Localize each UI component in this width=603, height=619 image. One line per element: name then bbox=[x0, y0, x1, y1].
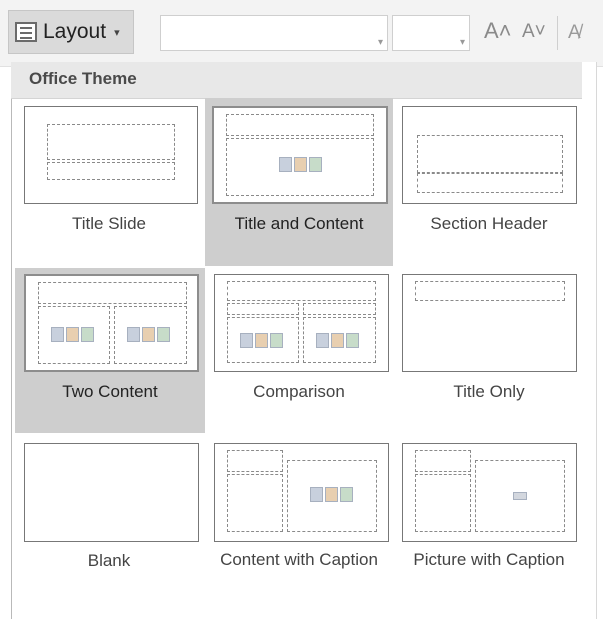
layout-tile-title-only[interactable]: Title Only bbox=[395, 268, 583, 433]
font-size-dropdown[interactable]: ▾ bbox=[392, 15, 470, 51]
layout-thumbnail bbox=[24, 274, 199, 372]
decrease-font-size-icon[interactable]: A˅ bbox=[522, 21, 546, 43]
layout-label: Title Slide bbox=[71, 214, 146, 233]
right-content-placeholder bbox=[114, 306, 187, 364]
layout-icon bbox=[15, 22, 37, 42]
layout-tile-content-with-caption[interactable]: Content with Caption bbox=[205, 436, 393, 606]
layout-tile-blank[interactable]: Blank bbox=[15, 436, 203, 606]
chevron-down-icon: ▾ bbox=[114, 26, 120, 39]
picture-icon bbox=[513, 492, 527, 500]
layout-label: Blank bbox=[87, 551, 131, 570]
layout-thumbnail bbox=[214, 274, 389, 372]
content-placeholder bbox=[287, 460, 377, 532]
content-icons bbox=[240, 333, 284, 348]
title-placeholder bbox=[38, 282, 187, 304]
clear-formatting-icon[interactable]: A̸ bbox=[568, 22, 581, 44]
layout-tile-title-slide[interactable]: Title Slide bbox=[15, 100, 203, 266]
layout-label: Title Only bbox=[453, 382, 525, 401]
layout-thumbnail bbox=[402, 106, 577, 204]
layout-label: Section Header bbox=[430, 214, 548, 233]
layout-label: Comparison bbox=[253, 382, 345, 401]
layout-thumbnail bbox=[402, 274, 577, 372]
layout-tile-section-header[interactable]: Section Header bbox=[395, 100, 583, 266]
content-icons bbox=[51, 327, 95, 342]
section-title: Office Theme bbox=[29, 69, 137, 88]
layout-tile-picture-with-caption[interactable]: Picture with Caption bbox=[395, 436, 583, 606]
layout-thumbnail bbox=[212, 106, 388, 204]
left-content-placeholder bbox=[227, 317, 299, 363]
caption-text-placeholder bbox=[415, 474, 471, 532]
picture-placeholder bbox=[475, 460, 565, 532]
left-heading-placeholder bbox=[227, 303, 299, 315]
layout-thumbnail bbox=[214, 443, 389, 542]
layout-thumbnail bbox=[402, 443, 577, 542]
layout-tile-two-content[interactable]: Two Content bbox=[15, 268, 205, 433]
text-placeholder bbox=[417, 173, 563, 193]
content-icons bbox=[310, 487, 354, 502]
layout-thumbnail bbox=[24, 443, 199, 542]
title-placeholder bbox=[226, 114, 374, 136]
title-placeholder bbox=[415, 281, 565, 301]
layout-thumbnail bbox=[24, 106, 198, 204]
content-icons bbox=[279, 157, 323, 172]
gallery-section-header: Office Theme bbox=[11, 62, 582, 99]
content-placeholder bbox=[226, 138, 374, 196]
layout-tile-comparison[interactable]: Comparison bbox=[205, 268, 393, 433]
layout-label: Title and Content bbox=[234, 214, 364, 233]
increase-font-size-icon[interactable]: A˄ bbox=[484, 18, 512, 44]
layout-label: Picture with Caption bbox=[413, 550, 565, 569]
right-content-placeholder bbox=[303, 317, 376, 363]
font-name-dropdown[interactable]: ▾ bbox=[160, 15, 388, 51]
toolbar-separator bbox=[557, 16, 558, 50]
title-placeholder bbox=[47, 124, 175, 160]
content-icons bbox=[127, 327, 171, 342]
title-placeholder bbox=[227, 281, 376, 301]
ribbon-toolbar: Layout ▾ ▾ ▾ A˄ A˅ A̸ bbox=[0, 0, 603, 67]
caption-title-placeholder bbox=[415, 450, 471, 472]
caption-title-placeholder bbox=[227, 450, 283, 472]
layout-label: Content with Caption bbox=[220, 550, 378, 569]
chevron-down-icon: ▾ bbox=[459, 37, 465, 48]
left-content-placeholder bbox=[38, 306, 110, 364]
caption-text-placeholder bbox=[227, 474, 283, 532]
layout-button[interactable]: Layout ▾ bbox=[8, 10, 134, 54]
layout-tile-title-and-content[interactable]: Title and Content bbox=[205, 98, 393, 266]
content-icons bbox=[316, 333, 360, 348]
title-placeholder bbox=[417, 135, 563, 173]
layout-button-label: Layout bbox=[43, 20, 107, 43]
subtitle-placeholder bbox=[47, 162, 175, 180]
right-heading-placeholder bbox=[303, 303, 376, 315]
layout-label: Two Content bbox=[62, 382, 158, 401]
chevron-down-icon: ▾ bbox=[377, 37, 383, 48]
